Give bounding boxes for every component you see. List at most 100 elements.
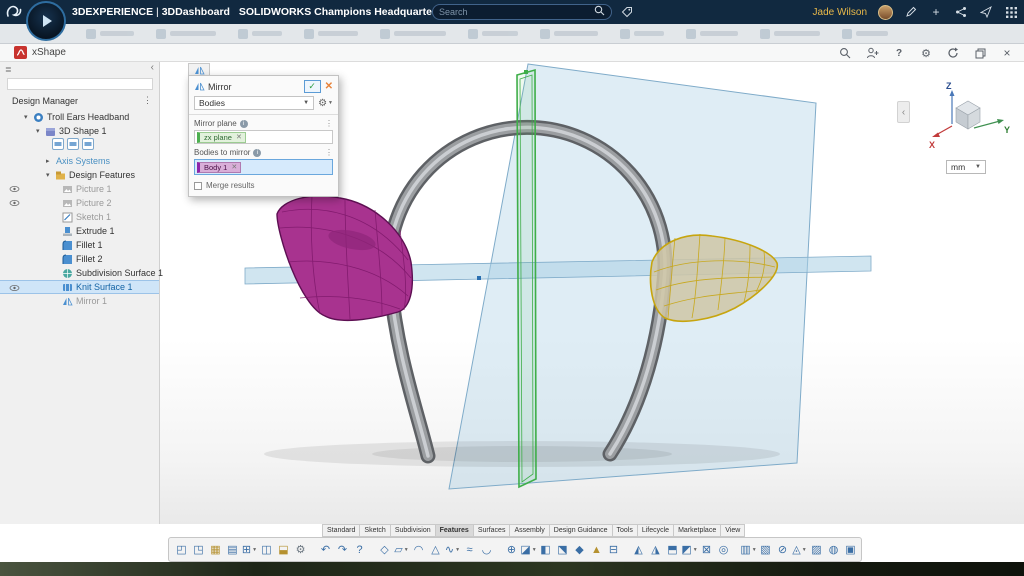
tool-icon[interactable]: ◠ (410, 539, 427, 560)
tool-icon[interactable]: ▣ (842, 539, 859, 560)
share-icon[interactable] (954, 5, 968, 19)
ribbon-app-shortcut[interactable] (304, 29, 358, 39)
tool-icon[interactable]: ⊘ (774, 539, 791, 560)
ok-button[interactable]: ✓ (304, 80, 321, 93)
apps-grid-icon[interactable] (1004, 5, 1018, 19)
info-icon[interactable]: i (240, 120, 248, 128)
close-icon[interactable]: × (1000, 46, 1014, 60)
tool-icon[interactable]: ⚙ (292, 539, 309, 560)
tool-icon[interactable]: ◭ (630, 539, 647, 560)
tool-icon[interactable]: ↶ (317, 539, 334, 560)
help-icon[interactable]: ? (892, 46, 906, 60)
send-icon[interactable] (979, 5, 993, 19)
collapse-tools-chevron[interactable]: ‹ (897, 101, 910, 123)
app-shortcut-icon[interactable] (82, 137, 94, 155)
tool-icon[interactable]: ▤ (224, 539, 241, 560)
tool-icon[interactable]: ◰ (173, 539, 190, 560)
dialog-grip[interactable] (188, 63, 210, 75)
section-menu-icon[interactable]: ⋮ (325, 119, 333, 128)
toolbar-tab-standard[interactable]: Standard (322, 524, 360, 537)
remove-chip-icon[interactable]: ✕ (231, 163, 237, 171)
toolbar-tab-design-guidance[interactable]: Design Guidance (549, 524, 613, 537)
mirror-plane-field[interactable]: zx plane ✕ (194, 130, 333, 144)
tool-icon[interactable]: △ (427, 539, 444, 560)
mirror-type-select[interactable]: Bodies ▼ (194, 96, 314, 110)
tool-icon[interactable]: ⊟ (605, 539, 622, 560)
user-name[interactable]: Jade Wilson (813, 7, 867, 18)
tree-item-feature[interactable]: Subdivision Surface 1 (0, 266, 159, 280)
gear-icon[interactable]: ⚙ (919, 46, 933, 60)
view-triad[interactable]: Z Y X (928, 78, 1012, 165)
toolbar-tab-subdivision[interactable]: Subdivision (390, 524, 436, 537)
tool-icon[interactable]: ◧ (537, 539, 554, 560)
tree-item-feature[interactable]: Picture 2 (0, 196, 159, 210)
tool-icon[interactable]: ◩▼ (681, 539, 698, 560)
tool-icon[interactable]: ◆ (571, 539, 588, 560)
toolbar-tab-tools[interactable]: Tools (612, 524, 638, 537)
panel-menu-icon[interactable]: ⋮ (143, 95, 152, 106)
tree-item-feature[interactable]: Sketch 1 (0, 210, 159, 224)
toolbar-tab-lifecycle[interactable]: Lifecycle (637, 524, 674, 537)
tool-icon[interactable]: ⬓ (275, 539, 292, 560)
tree-item-feature[interactable]: Mirror 1 (0, 294, 159, 308)
tree-item-feature[interactable]: Knit Surface 1 (0, 280, 159, 294)
tool-icon[interactable]: ⬒ (664, 539, 681, 560)
expand-caret-icon[interactable]: ▾ (24, 113, 33, 121)
ribbon-app-shortcut[interactable] (238, 29, 282, 39)
user-avatar[interactable] (878, 5, 893, 20)
toolbar-tab-marketplace[interactable]: Marketplace (673, 524, 721, 537)
visibility-eye-icon[interactable] (9, 284, 20, 294)
tree-item-design-features[interactable]: ▾Design Features (0, 168, 159, 182)
tool-icon[interactable]: ◮ (647, 539, 664, 560)
add-user-icon[interactable] (865, 46, 879, 60)
pen-icon[interactable] (904, 5, 918, 19)
toolbar-tab-view[interactable]: View (720, 524, 745, 537)
tree-view-icon[interactable]: ≣ (5, 65, 11, 74)
toolbar-tab-assembly[interactable]: Assembly (509, 524, 549, 537)
tree-item-root[interactable]: ▾Troll Ears Headband (0, 110, 159, 124)
tool-icon[interactable]: ≈ (461, 539, 478, 560)
ribbon-app-shortcut[interactable] (686, 29, 738, 39)
cancel-button[interactable]: ✕ (325, 81, 333, 92)
remove-chip-icon[interactable]: ✕ (236, 133, 242, 141)
tool-icon[interactable]: ▱▼ (393, 539, 410, 560)
toolbar-tab-sketch[interactable]: Sketch (359, 524, 390, 537)
tool-icon[interactable]: ◳ (190, 539, 207, 560)
units-dropdown[interactable]: mm▼ (946, 160, 986, 174)
ribbon-app-shortcut[interactable] (86, 29, 134, 39)
restore-window-icon[interactable] (973, 46, 987, 60)
ribbon-app-shortcut[interactable] (468, 29, 518, 39)
ribbon-app-shortcut[interactable] (156, 29, 216, 39)
visibility-eye-icon[interactable] (9, 185, 20, 195)
body-chip[interactable]: Body 1 ✕ (197, 162, 241, 173)
search-input[interactable] (439, 7, 594, 17)
info-icon[interactable]: i (253, 149, 261, 157)
ribbon-app-shortcut[interactable] (380, 29, 446, 39)
tool-icon[interactable]: ⊞▼ (241, 539, 258, 560)
tool-icon[interactable]: ▥▼ (740, 539, 757, 560)
tree-filter-input[interactable] (7, 78, 153, 90)
tool-icon[interactable]: ◪▼ (520, 539, 537, 560)
tool-icon[interactable]: ▨ (808, 539, 825, 560)
merge-results-checkbox[interactable] (194, 182, 202, 190)
app-shortcut-icon[interactable] (52, 137, 64, 155)
tool-icon[interactable]: ◫ (258, 539, 275, 560)
bodies-to-mirror-field[interactable]: Body 1 ✕ (194, 159, 333, 175)
toolbar-tab-features[interactable]: Features (435, 524, 474, 537)
tree-item-feature[interactable]: Picture 1 (0, 182, 159, 196)
tool-icon[interactable]: ◇ (376, 539, 393, 560)
tool-icon[interactable]: ⬔ (554, 539, 571, 560)
global-search[interactable] (432, 4, 612, 20)
add-content-icon[interactable]: + (929, 5, 943, 19)
tool-icon[interactable]: ◍ (825, 539, 842, 560)
tool-icon[interactable]: ◎ (715, 539, 732, 560)
tree-item-feature[interactable]: Extrude 1 (0, 224, 159, 238)
tool-icon[interactable]: ⊕ (503, 539, 520, 560)
tag-icon[interactable] (620, 5, 634, 19)
sync-icon[interactable] (946, 46, 960, 60)
ribbon-app-shortcut[interactable] (842, 29, 888, 39)
app-shortcut-icon[interactable] (67, 137, 79, 155)
tree-item-feature[interactable]: Fillet 2 (0, 252, 159, 266)
tool-icon[interactable]: ⊠ (698, 539, 715, 560)
plane-chip[interactable]: zx plane ✕ (197, 132, 246, 143)
